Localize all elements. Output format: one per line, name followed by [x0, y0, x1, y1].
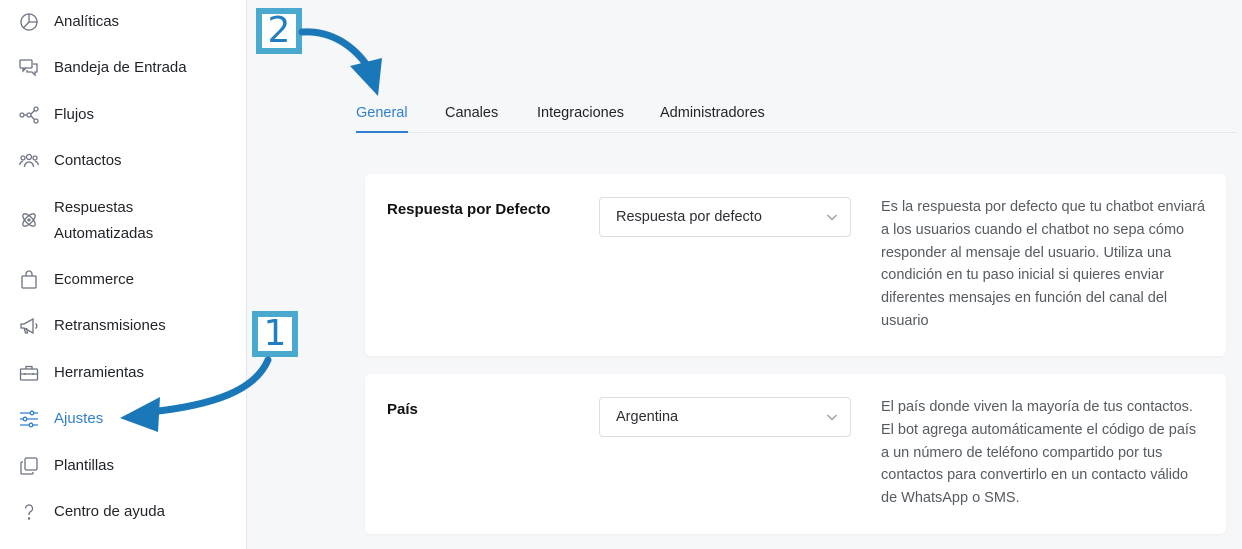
tab-general[interactable]: General: [356, 104, 408, 133]
sidebar-item-ajustes[interactable]: Ajustes: [0, 408, 246, 432]
sidebar-item-analiticas[interactable]: Analíticas: [0, 11, 246, 35]
flow-nodes-icon: [18, 104, 40, 126]
sidebar-item-plantillas[interactable]: Plantillas: [0, 455, 246, 479]
arrow-to-general-tab: [298, 28, 382, 96]
sidebar-item-label: Analíticas: [54, 13, 120, 30]
callout-step-1: 1: [252, 311, 298, 357]
sidebar-item-retransmisiones[interactable]: Retransmisiones: [0, 315, 246, 339]
tab-administradores[interactable]: Administradores: [660, 104, 765, 131]
sidebar-item-label: Flujos: [54, 106, 95, 123]
card-title: Respuesta por Defecto: [387, 201, 551, 218]
sidebar-item-label: Herramientas: [54, 364, 145, 381]
country-select[interactable]: Argentina: [599, 397, 851, 437]
country-card: País Argentina El país donde viven la ma…: [365, 374, 1226, 534]
atom-icon: [18, 209, 40, 231]
tab-integraciones[interactable]: Integraciones: [537, 104, 624, 131]
sidebar-item-label: Centro de ayuda: [54, 503, 165, 520]
chat-bubbles-icon: [18, 57, 40, 79]
sidebar-item-label: Ajustes: [54, 410, 104, 427]
shopping-bag-icon: [18, 269, 40, 291]
callout-number: 1: [258, 316, 292, 352]
megaphone-icon: [18, 315, 40, 337]
sidebar: Analíticas Bandeja de Entrada Flujos Con…: [0, 0, 247, 549]
sidebar-item-label: Ecommerce: [54, 271, 135, 288]
settings-tabs: General Canales Integraciones Administra…: [356, 104, 1236, 133]
select-value: Respuesta por defecto: [616, 209, 762, 225]
sidebar-item-label: Plantillas: [54, 457, 115, 474]
card-title: País: [387, 401, 418, 418]
question-icon: [18, 501, 40, 523]
people-icon: [18, 150, 40, 172]
sidebar-item-herramientas[interactable]: Herramientas: [0, 362, 246, 386]
sidebar-item-flujos[interactable]: Flujos: [0, 104, 246, 128]
chevron-down-icon: [826, 211, 838, 223]
sidebar-item-label: Retransmisiones: [54, 317, 166, 334]
callout-number: 2: [262, 13, 296, 49]
tab-canales[interactable]: Canales: [445, 104, 498, 131]
sidebar-item-label: Contactos: [54, 152, 122, 169]
sidebar-item-respuestas-automatizadas[interactable]: Respuestas Automatizadas: [0, 197, 246, 247]
default-response-card: Respuesta por Defecto Respuesta por defe…: [365, 174, 1226, 356]
sidebar-item-label: Bandeja de Entrada: [54, 59, 187, 76]
sidebar-item-centro-de-ayuda[interactable]: Centro de ayuda: [0, 501, 246, 525]
select-value: Argentina: [616, 409, 679, 425]
sidebar-item-bandeja-de-entrada[interactable]: Bandeja de Entrada: [0, 57, 246, 81]
callout-step-2: 2: [256, 8, 302, 54]
sliders-icon: [18, 408, 40, 430]
toolbox-icon: [18, 362, 40, 384]
sidebar-item-ecommerce[interactable]: Ecommerce: [0, 269, 246, 293]
chevron-down-icon: [826, 411, 838, 423]
default-response-select[interactable]: Respuesta por defecto: [599, 197, 851, 237]
copy-icon: [18, 455, 40, 477]
sidebar-item-label: Respuestas Automatizadas: [54, 199, 154, 242]
card-description: Es la respuesta por defecto que tu chatb…: [881, 199, 1206, 329]
sidebar-item-contactos[interactable]: Contactos: [0, 150, 246, 174]
pie-chart-icon: [18, 11, 40, 33]
card-description: El país donde viven la mayoría de tus co…: [881, 399, 1197, 507]
